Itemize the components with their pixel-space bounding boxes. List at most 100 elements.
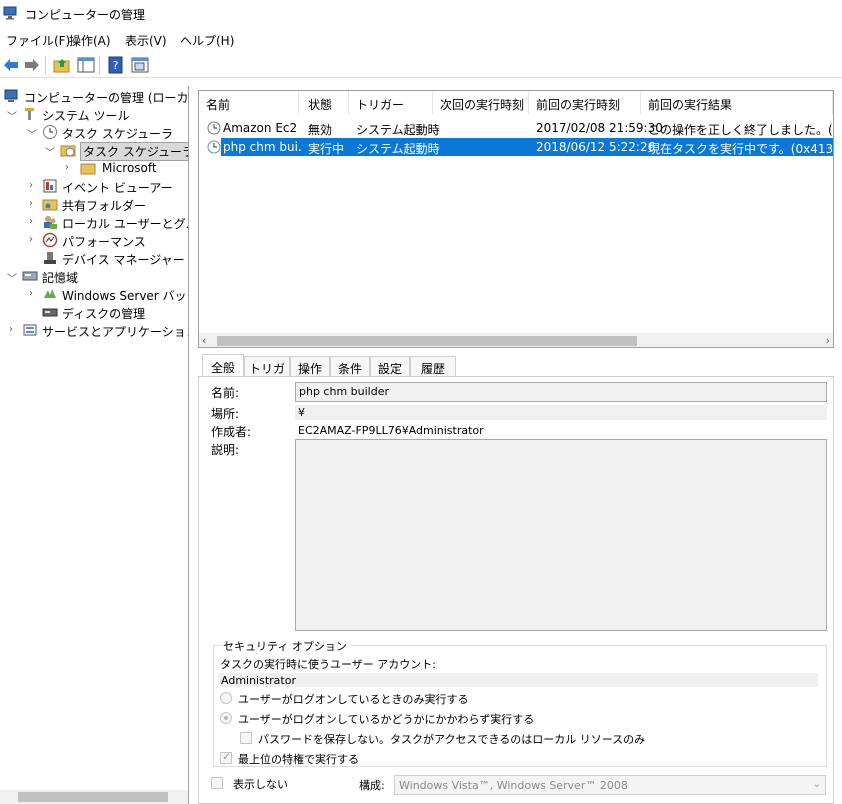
storage-icon — [22, 271, 38, 281]
tree-item-system-tools[interactable]: ﹀ システム ツール — [0, 105, 188, 123]
run-only-logged-on-radio[interactable] — [220, 692, 232, 704]
tree-item-device-manager[interactable]: デバイス マネージャー — [0, 249, 188, 267]
configure-for-select[interactable]: Windows Vista™, Windows Server™ 2008 ⌄ — [394, 775, 826, 795]
description-label: 説明: — [211, 443, 240, 457]
account-value: Administrator — [218, 673, 818, 687]
device-manager-icon — [44, 252, 56, 264]
do-not-store-password-label: パスワードを保存しない。タスクがアクセスできるのはローカル リソースのみ — [258, 733, 646, 746]
description-field[interactable] — [295, 439, 827, 631]
tree-item-services-applications[interactable]: › サービスとアプリケーション — [0, 321, 188, 339]
account-label: タスクの実行時に使うユーザー アカウント: — [220, 658, 436, 671]
computer-management-icon — [3, 6, 17, 20]
folder-icon — [80, 163, 96, 175]
show-hide-action-pane-icon[interactable] — [131, 56, 149, 74]
tree-item-windows-server-backup[interactable]: › Windows Server バックアップ — [0, 285, 188, 303]
scroll-left-icon[interactable]: ‹ — [202, 334, 206, 347]
chevron-right-icon[interactable]: › — [29, 180, 39, 192]
content-pane: 名前 状態 トリガー 次回の実行時刻 前回の実行時刻 前回の実行結果 Amazo… — [196, 86, 842, 804]
location-value: ¥ — [295, 405, 827, 420]
tools-icon — [25, 108, 34, 120]
menu-bar: ファイル(F) 操作(A) 表示(V) ヘルプ(H) — [0, 30, 842, 50]
chevron-down-icon[interactable]: ﹀ — [45, 144, 55, 159]
author-value: EC2AMAZ-FP9LL76¥Administrator — [295, 423, 827, 438]
tree-horizontal-scrollbar[interactable] — [0, 790, 188, 804]
general-tab-panel: 名前: php chm builder 場所: ¥ 作成者: EC2AMAZ-F… — [198, 376, 834, 804]
column-header-name[interactable]: 名前 — [199, 91, 299, 115]
up-folder-icon[interactable] — [53, 56, 71, 74]
task-clock-icon — [207, 140, 221, 154]
chevron-down-icon: ⌄ — [812, 779, 821, 790]
chevron-right-icon[interactable]: › — [65, 162, 75, 174]
chevron-right-icon[interactable]: › — [29, 288, 39, 300]
run-only-logged-on-label: ユーザーがログオンしているときのみ実行する — [238, 693, 469, 706]
show-hide-tree-icon[interactable] — [77, 56, 95, 74]
menu-action[interactable]: 操作(A) — [69, 32, 111, 49]
name-label: 名前: — [211, 386, 240, 400]
column-header-status[interactable]: 状態 — [301, 91, 349, 115]
tab-actions[interactable]: 操作 — [290, 356, 330, 376]
tree-item-task-scheduler[interactable]: ﹀ タスク スケジューラ — [0, 123, 188, 141]
scrollbar-thumb[interactable] — [217, 336, 637, 346]
toolbar: ? — [0, 52, 842, 78]
run-whether-logged-on-radio[interactable] — [220, 712, 232, 724]
tree-item-disk-management[interactable]: ディスクの管理 — [0, 303, 188, 321]
help-icon[interactable]: ? — [107, 56, 125, 74]
column-header-trigger[interactable]: トリガー — [349, 91, 433, 115]
menu-help[interactable]: ヘルプ(H) — [180, 32, 234, 49]
author-label: 作成者: — [211, 425, 252, 439]
task-list: 名前 状態 トリガー 次回の実行時刻 前回の実行時刻 前回の実行結果 Amazo… — [198, 90, 834, 348]
menu-view[interactable]: 表示(V) — [125, 32, 167, 49]
tab-general[interactable]: 全般 — [202, 354, 244, 376]
toolbar-separator — [45, 56, 46, 74]
tab-settings[interactable]: 設定 — [370, 356, 410, 376]
column-header-last-run[interactable]: 前回の実行時刻 — [529, 91, 641, 115]
performance-icon — [42, 232, 58, 248]
chevron-right-icon[interactable]: › — [9, 324, 19, 336]
tree-item-event-viewer[interactable]: › イベント ビューアー — [0, 177, 188, 195]
tree-item-storage[interactable]: ﹀ 記憶域 — [0, 267, 188, 285]
users-icon — [44, 216, 57, 229]
chevron-down-icon[interactable]: ﹀ — [27, 126, 37, 141]
do-not-store-password-checkbox[interactable] — [240, 732, 252, 744]
tree-item-shared-folders[interactable]: › 共有フォルダー — [0, 195, 188, 213]
menu-file[interactable]: ファイル(F) — [6, 32, 70, 49]
security-options-group: セキュリティ オプション タスクの実行時に使うユーザー アカウント: Admin… — [213, 638, 827, 767]
chevron-right-icon[interactable]: › — [29, 198, 39, 210]
svg-text:?: ? — [113, 59, 119, 72]
tree-item-performance[interactable]: › パフォーマンス — [0, 231, 188, 249]
chevron-right-icon[interactable]: › — [29, 216, 39, 228]
hidden-checkbox[interactable] — [211, 777, 223, 789]
run-highest-privileges-checkbox[interactable] — [220, 750, 232, 764]
tree-item-task-scheduler-library[interactable]: ﹀ タスク スケジューラ ライブ — [0, 141, 188, 161]
chevron-down-icon[interactable]: ﹀ — [7, 108, 17, 123]
table-row[interactable]: Amazon Ec2 ... 無効 システム起動時 2017/02/08 21:… — [199, 119, 833, 137]
column-header-next-run[interactable]: 次回の実行時刻 — [433, 91, 529, 115]
back-arrow-icon[interactable] — [2, 56, 20, 74]
scroll-right-icon[interactable]: › — [826, 334, 830, 347]
tab-conditions[interactable]: 条件 — [330, 356, 370, 376]
hidden-label: 表示しない — [233, 778, 288, 791]
tab-triggers[interactable]: トリガー — [244, 356, 290, 393]
scrollbar-thumb[interactable] — [18, 792, 168, 802]
forward-arrow-icon[interactable] — [23, 56, 41, 74]
task-list-horizontal-scrollbar[interactable]: ‹ › — [199, 333, 833, 347]
tab-strip: 全般 トリガー 操作 条件 設定 履歴 — [198, 354, 834, 393]
security-options-title: セキュリティ オプション — [220, 638, 350, 654]
event-viewer-icon — [43, 179, 57, 193]
tree-item-computer-management[interactable]: コンピューターの管理 (ローカル) — [0, 87, 188, 105]
task-properties: 全般 トリガー 操作 条件 設定 履歴 名前: php chm builder … — [198, 352, 834, 804]
tree-item-local-users-groups[interactable]: › ローカル ユーザーとグループ — [0, 213, 188, 231]
table-row-selected[interactable]: php chm bui... 実行中 システム起動時 2018/06/12 5:… — [221, 138, 833, 156]
name-field[interactable]: php chm builder — [295, 382, 827, 402]
chevron-right-icon[interactable]: › — [29, 234, 39, 246]
chevron-down-icon[interactable]: ﹀ — [7, 270, 17, 285]
navigation-tree: コンピューターの管理 (ローカル) ﹀ システム ツール ﹀ タスク スケジュー… — [0, 86, 189, 804]
configure-for-label: 構成: — [359, 779, 385, 792]
backup-icon — [44, 289, 56, 298]
title-bar: コンピューターの管理 — [0, 0, 842, 28]
services-icon — [23, 324, 37, 336]
computer-management-icon — [4, 89, 18, 102]
tree-item-microsoft[interactable]: › Microsoft — [0, 159, 188, 177]
column-header-last-result[interactable]: 前回の実行結果 — [641, 91, 833, 115]
tab-history[interactable]: 履歴 — [410, 356, 456, 376]
